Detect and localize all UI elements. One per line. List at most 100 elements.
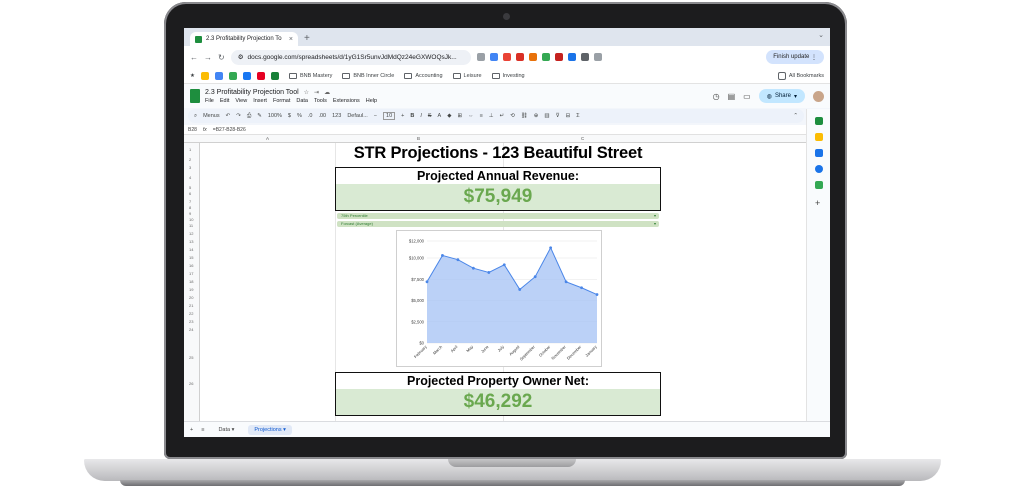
row-number[interactable]: 17: [189, 271, 193, 276]
sheets-logo-icon[interactable]: [190, 89, 200, 103]
column-header-c[interactable]: C: [581, 136, 584, 141]
download-icon[interactable]: [593, 53, 602, 61]
back-icon[interactable]: ←: [190, 53, 198, 62]
text-color-icon[interactable]: A: [438, 113, 442, 119]
percent-icon[interactable]: %: [297, 113, 302, 119]
row-number[interactable]: 1: [189, 147, 191, 152]
menu-edit[interactable]: Edit: [220, 98, 229, 104]
menu-insert[interactable]: Insert: [253, 98, 267, 104]
finish-update-button[interactable]: Finish update ⋮: [766, 50, 824, 64]
move-icon[interactable]: ⇥: [314, 89, 319, 96]
menu-extensions[interactable]: Extensions: [333, 98, 360, 104]
strikethrough-icon[interactable]: S: [428, 113, 432, 119]
column-header-a[interactable]: A: [266, 136, 269, 141]
functions-icon[interactable]: Σ: [576, 113, 579, 119]
percentile-dropdown[interactable]: 75th Percentile ▾: [337, 213, 659, 219]
extension-icon[interactable]: [515, 53, 524, 61]
menu-tools[interactable]: Tools: [314, 98, 327, 104]
wrap-icon[interactable]: ↵: [500, 113, 505, 119]
font-size-input[interactable]: 10: [383, 112, 396, 120]
menu-help[interactable]: Help: [366, 98, 377, 104]
sheet-grid[interactable]: 1 2 3 4 5 6 7 8 9 10 11 12 13 14 15 16 17 18 19 20 21 22 23 24 2…: [184, 143, 806, 427]
add-icon[interactable]: +: [815, 199, 823, 208]
tasks-icon[interactable]: [815, 149, 823, 157]
comment-add-icon[interactable]: ⊕: [534, 113, 539, 119]
row-number[interactable]: 5: [189, 185, 191, 190]
star-icon[interactable]: ☆: [304, 89, 309, 96]
search-icon[interactable]: ⌕: [194, 113, 197, 120]
extension-icon[interactable]: [502, 53, 511, 61]
all-sheets-icon[interactable]: ≡: [201, 427, 204, 433]
extension-icon[interactable]: [528, 53, 537, 61]
formula-input[interactable]: =B27-B28-B26: [213, 127, 246, 133]
tab-search-icon[interactable]: ⌄: [818, 31, 824, 39]
row-number[interactable]: 13: [189, 239, 193, 244]
row-number[interactable]: 10: [189, 217, 193, 222]
chart-icon[interactable]: ▥: [544, 113, 549, 119]
row-number[interactable]: 16: [189, 263, 193, 268]
decimal-decrease-icon[interactable]: .0: [308, 113, 313, 119]
bookmark-icon[interactable]: [200, 71, 209, 80]
extension-icon[interactable]: [541, 53, 550, 61]
print-icon[interactable]: ⎙: [247, 113, 251, 120]
history-icon[interactable]: ◷: [713, 92, 720, 101]
bookmark-folder[interactable]: Leisure: [452, 72, 482, 79]
bookmark-icon[interactable]: [256, 71, 265, 80]
row-number[interactable]: 25: [189, 355, 193, 360]
menu-data[interactable]: Data: [296, 98, 308, 104]
keep-icon[interactable]: [815, 133, 823, 141]
bookmark-folder[interactable]: BNB Mastery: [288, 72, 332, 79]
zoom-select[interactable]: 100%: [268, 113, 282, 119]
column-header-b[interactable]: B: [417, 136, 420, 141]
menu-format[interactable]: Format: [273, 98, 290, 104]
bookmark-folder[interactable]: Accounting: [404, 72, 443, 79]
merge-icon[interactable]: ⇔: [468, 113, 474, 119]
row-number[interactable]: 20: [189, 295, 193, 300]
revenue-chart[interactable]: $0 $2,500 $5,000 $7,500 $10,000 $12,000 Februa…: [396, 230, 602, 367]
row-number[interactable]: 2: [189, 157, 191, 162]
menu-file[interactable]: File: [205, 98, 214, 104]
row-number[interactable]: 15: [189, 255, 193, 260]
row-number[interactable]: 6: [189, 191, 191, 196]
bookmark-icon[interactable]: [270, 71, 279, 80]
row-number[interactable]: 3: [189, 165, 191, 170]
menu-view[interactable]: View: [235, 98, 247, 104]
star-icon[interactable]: ★: [190, 73, 195, 79]
more-formats[interactable]: 123: [332, 113, 341, 119]
maps-icon[interactable]: [815, 181, 823, 189]
row-number[interactable]: 18: [189, 279, 193, 284]
redo-icon[interactable]: ↷: [236, 113, 241, 119]
row-number[interactable]: 22: [189, 311, 193, 316]
contacts-icon[interactable]: [815, 165, 823, 173]
menus-search[interactable]: Menus: [203, 113, 220, 119]
row-number[interactable]: 11: [189, 223, 193, 228]
puzzle-icon[interactable]: [580, 53, 589, 61]
filter-icon[interactable]: ⊽: [556, 113, 560, 119]
row-number[interactable]: 26: [189, 381, 193, 386]
row-number[interactable]: 24: [189, 327, 193, 332]
align-icon[interactable]: ≡: [480, 113, 483, 119]
font-size-increase-icon[interactable]: +: [401, 113, 404, 119]
bookmark-icon[interactable]: [242, 71, 251, 80]
bookmark-icon[interactable]: [214, 71, 223, 80]
close-tab-icon[interactable]: ×: [289, 36, 293, 43]
meet-icon[interactable]: ▭: [743, 92, 751, 101]
row-number[interactable]: 21: [189, 303, 193, 308]
document-title[interactable]: 2.3 Profitability Projection Tool: [205, 89, 299, 96]
sheet-tab-projections[interactable]: Projections ▾: [248, 424, 292, 435]
row-number[interactable]: 23: [189, 319, 193, 324]
row-number[interactable]: 14: [189, 247, 193, 252]
fill-color-icon[interactable]: ◆: [447, 113, 451, 119]
bookmark-icon[interactable]: [228, 71, 237, 80]
site-info-icon[interactable]: ⚙: [238, 53, 244, 61]
forecast-dropdown[interactable]: Forcast (Average) ▾: [337, 221, 659, 227]
row-number[interactable]: 7: [189, 199, 191, 204]
valign-icon[interactable]: ⊥: [489, 113, 494, 119]
share-button[interactable]: ◍ Share ▾: [758, 89, 805, 103]
extension-icon[interactable]: [489, 53, 498, 61]
row-number[interactable]: 9: [189, 211, 191, 216]
rotate-icon[interactable]: ⟲: [510, 113, 515, 119]
extension-icon[interactable]: [567, 53, 576, 61]
row-number[interactable]: 4: [189, 175, 191, 180]
italic-icon[interactable]: I: [420, 113, 422, 119]
